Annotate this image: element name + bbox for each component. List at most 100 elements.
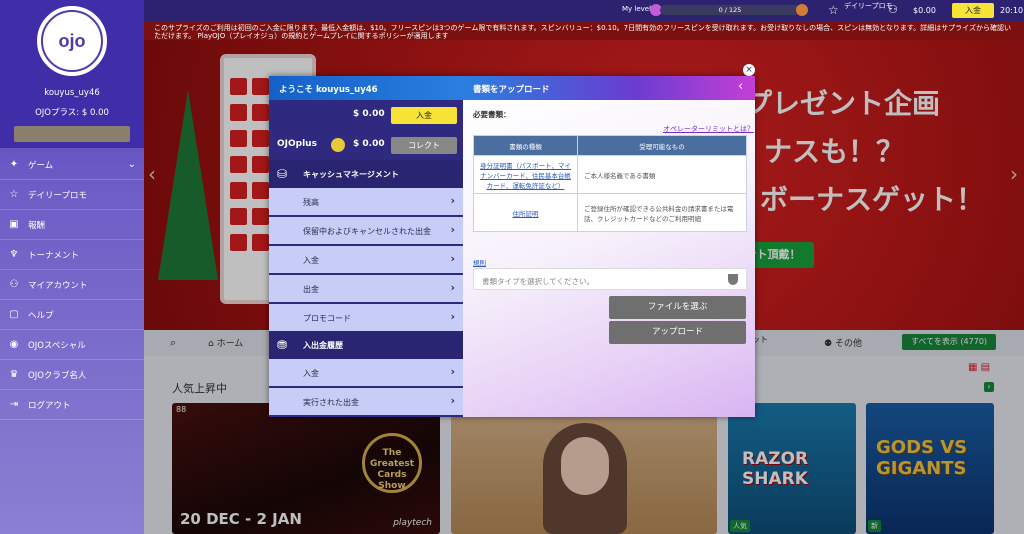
menu-item-completed-withdrawals[interactable]: 実行された出金 › — [269, 388, 463, 416]
rules-link[interactable]: 規則 — [473, 257, 486, 267]
sidebar-item-rewards[interactable]: ▣ 報酬 — [0, 210, 144, 240]
chevron-right-icon: › — [450, 310, 455, 323]
sidebar-ojoplus: OJOプラス: $ 0.00 — [35, 108, 109, 118]
chevron-right-icon: › — [450, 281, 455, 294]
history-header: ⛃ 入出金履歴 — [269, 331, 463, 359]
ojo-logo-text: ojo — [41, 10, 103, 72]
chevron-down-icon: ⌄ — [127, 159, 136, 170]
sidebar-item-tournament[interactable]: ♆ トーナメント — [0, 240, 144, 270]
sidebar: ojo kouyus_uy46 OJOプラス: $ 0.00 ✦ ゲーム ⌄ ☆ デイ… — [0, 0, 144, 534]
doc-type-link[interactable]: 身分証明書（パスポート、マイナンバーカード、住民基本台帳カード、運転免許証など） — [473, 155, 578, 194]
menu-item-balance[interactable]: 残高 › — [269, 188, 463, 216]
sidebar-item-account[interactable]: ⚇ マイアカウント — [0, 270, 144, 300]
table-row: 住所証明 ご登録住所が確認できる公共料金の請求書または電話、クレジットカードなど… — [473, 193, 747, 232]
level-reward-icon — [796, 4, 808, 16]
choose-file-button[interactable]: ファイルを選ぶ — [609, 296, 746, 319]
help-icon: ▢ — [9, 308, 19, 320]
chevron-right-icon: › — [450, 194, 455, 207]
user-icon[interactable]: ⚇ — [888, 3, 898, 16]
deposit-button[interactable]: 入金 — [952, 3, 994, 18]
sidebar-item-label: OJOクラブ名人 — [28, 370, 87, 381]
menu-item-label: 入金 — [303, 369, 319, 378]
table-header: 書類の種類 — [473, 135, 578, 156]
cashier-modal: ようこそ kouyus_uy46 書類をアップロード ‹ × $ 0.00 入金… — [269, 64, 755, 417]
balance-dropdown[interactable]: $0.00 — [913, 6, 936, 15]
trophy-icon: ♆ — [9, 248, 19, 260]
gift-icon: ▣ — [9, 218, 19, 230]
star-icon: ☆ — [9, 188, 19, 200]
sidebar-item-label: 報酬 — [28, 220, 46, 231]
sidebar-item-ojo-special[interactable]: ◉ OJOスペシャル — [0, 330, 144, 360]
sidebar-profile: ojo kouyus_uy46 OJOプラス: $ 0.00 — [0, 0, 144, 148]
cashier-menu: $ 0.00 入金 OJOplus $ 0.00 コレクト ⛁ キャッシュマネー… — [269, 100, 463, 417]
menu-item-label: プロモコード — [303, 314, 351, 323]
ojoplus-row: OJOplus $ 0.00 コレクト — [269, 132, 463, 158]
menu-item-label: 実行された出金 — [303, 398, 359, 407]
select-placeholder: 書類タイプを選択してください。 — [482, 277, 595, 286]
ojo-logo[interactable]: ojo — [37, 6, 107, 76]
promo-notice: このサプライズのご利用は初回のご入金に限ります。最低入金額は、$10。フリースピ… — [144, 22, 1024, 40]
menu-item-label: 入金 — [303, 256, 319, 265]
doc-accepted: ご本人様名義である書類 — [577, 155, 747, 194]
cash-management-header: ⛁ キャッシュマネージメント — [269, 160, 463, 188]
required-docs-title: 必要書類： — [473, 110, 511, 119]
table-row: 身分証明書（パスポート、マイナンバーカード、住民基本台帳カード、運転免許証など）… — [473, 155, 747, 194]
back-icon[interactable]: ‹ — [738, 79, 743, 94]
sidebar-action-button[interactable] — [14, 126, 130, 142]
sidebar-item-label: デイリープロモ — [28, 190, 87, 201]
sidebar-item-label: マイアカウント — [28, 280, 88, 291]
section-label: キャッシュマネージメント — [303, 170, 399, 179]
document-type-select[interactable]: 書類タイプを選択してください。 — [473, 268, 747, 290]
level-label: My level — [622, 5, 652, 13]
clock: 20:10 — [1000, 6, 1024, 15]
doc-type-link[interactable]: 住所証明 — [473, 193, 578, 232]
cash-stack-icon: ⛁ — [277, 167, 288, 181]
balance-amount: $ 0.00 — [353, 109, 385, 119]
coin-icon — [331, 138, 345, 152]
sidebar-item-help[interactable]: ▢ ヘルプ — [0, 300, 144, 330]
modal-deposit-button[interactable]: 入金 — [391, 107, 457, 124]
star-icon[interactable]: ☆ — [828, 3, 839, 17]
upload-button[interactable]: アップロード — [609, 321, 746, 344]
menu-item-pending-withdrawals[interactable]: 保留中およびキャンセルされた出金 › — [269, 217, 463, 245]
modal-welcome: ようこそ kouyus_uy46 — [279, 85, 378, 95]
table-header: 受理可能なもの — [577, 135, 747, 156]
ojoplus-logo: OJOplus — [277, 139, 317, 149]
menu-item-label: 保留中およびキャンセルされた出金 — [303, 227, 431, 236]
daily-promo-link[interactable]: デイリープロモ — [844, 2, 893, 10]
chevron-right-icon: › — [450, 223, 455, 236]
menu-item-deposit[interactable]: 入金 › — [269, 246, 463, 274]
menu-item-label: 残高 — [303, 198, 319, 207]
collect-button[interactable]: コレクト — [391, 137, 457, 154]
level-progress: 0 / 125 — [660, 5, 800, 15]
sidebar-item-label: OJOスペシャル — [28, 340, 86, 351]
sidebar-item-daily-promo[interactable]: ☆ デイリープロモ — [0, 180, 144, 210]
close-icon[interactable]: × — [743, 64, 755, 76]
balance-row: $ 0.00 入金 — [269, 102, 463, 128]
sidebar-item-label: ヘルプ — [28, 310, 54, 321]
sidebar-item-logout[interactable]: ⇥ ログアウト — [0, 390, 144, 420]
chevron-right-icon: › — [450, 252, 455, 265]
menu-item-promo-code[interactable]: プロモコード › — [269, 304, 463, 332]
section-label: 入出金履歴 — [303, 341, 343, 350]
sidebar-item-games[interactable]: ✦ ゲーム ⌄ — [0, 150, 144, 180]
documents-table: 書類の種類 受理可能なもの 身分証明書（パスポート、マイナンバーカード、住民基本… — [473, 135, 747, 232]
upload-panel: 必要書類： オペレーターリミットとは？ 書類の種類 受理可能なもの 身分証明書（… — [463, 100, 755, 417]
sidebar-item-ojo-club[interactable]: ♛ OJOクラブ名人 — [0, 360, 144, 390]
logout-icon: ⇥ — [9, 398, 19, 410]
menu-item-withdraw[interactable]: 出金 › — [269, 275, 463, 303]
chevron-right-icon: › — [450, 365, 455, 378]
sidebar-username: kouyus_uy46 — [44, 88, 100, 98]
doc-accepted: ご登録住所が確認できる公共料金の請求書または電話、クレジットカードなどのご利用明… — [577, 193, 747, 232]
shield-icon — [728, 274, 738, 285]
top-bar: My level 0 / 125 ☆ デイリープロモ ⚇ $0.00 入金 20… — [144, 0, 1024, 22]
operator-limit-link[interactable]: オペレーターリミットとは？ — [663, 124, 754, 134]
user-icon: ⚇ — [9, 278, 19, 290]
sidebar-item-label: ログアウト — [28, 400, 71, 411]
menu-item-deposit-history[interactable]: 入金 › — [269, 359, 463, 387]
coins-icon: ⛃ — [277, 338, 288, 352]
menu-item-label: 出金 — [303, 285, 319, 294]
ojo-icon: ◉ — [9, 338, 19, 350]
sidebar-menu: ✦ ゲーム ⌄ ☆ デイリープロモ ▣ 報酬 ♆ トーナメント ⚇ マイアカウント ▢ ヘルプ… — [0, 150, 144, 420]
gamepad-icon: ✦ — [9, 158, 19, 170]
